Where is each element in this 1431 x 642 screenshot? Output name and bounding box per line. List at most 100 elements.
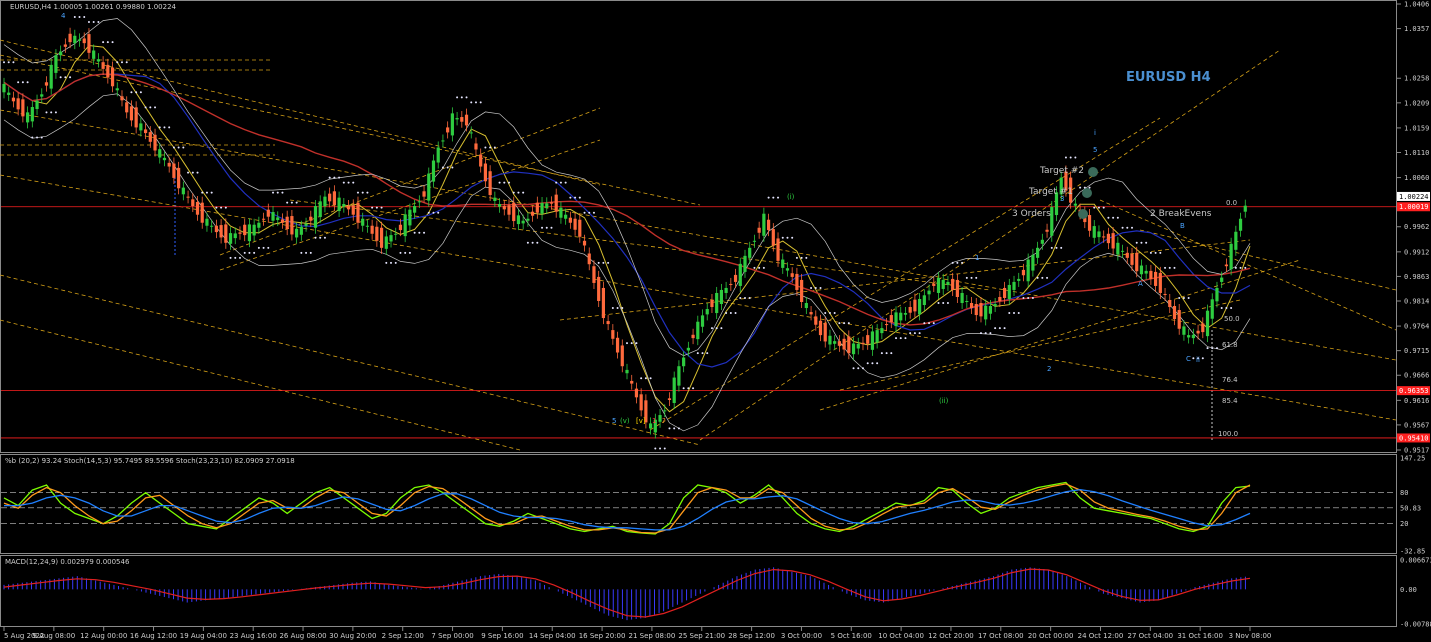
candle-body (800, 279, 804, 303)
candle-body (460, 117, 464, 122)
candle-body (219, 225, 223, 238)
candle-body (932, 283, 936, 286)
candle-body (158, 149, 162, 158)
sar-dot (843, 322, 846, 325)
candle-body (1021, 269, 1026, 276)
sar-dot (795, 256, 798, 259)
sar-dot (139, 91, 142, 94)
sar-dot (526, 241, 529, 244)
sar-dot (295, 201, 298, 204)
sar-dot (946, 302, 949, 305)
sar-dot (7, 61, 10, 64)
candle-body (1196, 330, 1200, 334)
sar-dot (1064, 156, 1067, 159)
time-tick-label: 28 Sep 12:00 (728, 632, 775, 640)
candle-body (526, 218, 530, 221)
candle-body (804, 303, 808, 309)
sar-dot (531, 241, 534, 244)
candle-body (261, 218, 266, 220)
candle-body (578, 219, 582, 237)
candle-body (1234, 231, 1238, 250)
stoch-header: %b (20,2) 93.24 Stoch(14,5,3) 95.7495 89… (5, 457, 295, 465)
candle-body (129, 106, 134, 121)
candle-body (1224, 264, 1229, 267)
sar-dot (786, 236, 789, 239)
candle-body (639, 394, 643, 411)
sar-dot (125, 61, 128, 64)
sar-dot (814, 286, 817, 289)
sar-dot (512, 191, 515, 194)
sar-dot (748, 296, 751, 299)
candle-body (398, 224, 403, 231)
candle-body (73, 35, 77, 44)
sar-dot (1192, 357, 1195, 360)
chart-annotation: (v) (620, 417, 630, 425)
candle-body (446, 127, 450, 133)
candle-body (521, 220, 525, 224)
sar-dot (106, 41, 109, 44)
sar-dot (1220, 307, 1223, 310)
candle-body (11, 97, 16, 102)
candle-body (186, 196, 190, 198)
sar-dot (654, 447, 657, 450)
sar-dot (1112, 216, 1115, 219)
trading-chart[interactable]: Target #2 Target #1 3 Orders 2 BreakEvens 4 5… (0, 0, 1431, 642)
candle-body (974, 304, 978, 316)
sar-dot (456, 96, 459, 99)
candle-body (1026, 259, 1030, 282)
sar-dot (545, 226, 548, 229)
candle-body (771, 229, 775, 246)
sar-dot (1239, 266, 1242, 269)
stoch-tick-label: 80 (1400, 489, 1408, 497)
time-tick-label: 16 Sep 20:00 (579, 632, 626, 640)
sar-dot (1027, 296, 1030, 299)
candle-body (210, 225, 214, 227)
sar-dot (1168, 266, 1171, 269)
sar-dot (503, 181, 506, 184)
sar-dot (163, 126, 166, 129)
sar-dot (1211, 347, 1214, 350)
sar-dot (1013, 312, 1016, 315)
candle-body (960, 292, 964, 304)
sar-dot (861, 367, 864, 370)
candle-body (16, 98, 20, 110)
candle-body (280, 219, 285, 223)
candle-body (818, 320, 823, 336)
sar-dot (682, 387, 685, 390)
sar-dot (640, 377, 643, 380)
candle-body (25, 112, 30, 123)
price-tick-label: 0.9616 (1404, 397, 1429, 405)
sar-dot (777, 196, 780, 199)
chart-annotation: 85.4 (1222, 397, 1238, 405)
candle-body (894, 312, 898, 327)
candle-body (837, 341, 841, 346)
candle-body (724, 287, 728, 293)
candle-body (781, 259, 785, 268)
sar-dot (347, 181, 350, 184)
target-marker (1078, 209, 1088, 219)
candle-body (200, 202, 204, 223)
candle-body (7, 92, 11, 95)
time-tick-label: 30 Aug 20:00 (329, 632, 376, 640)
chart-annotation: 100.0 (1218, 430, 1238, 438)
sar-dot (1173, 266, 1176, 269)
sar-dot (885, 352, 888, 355)
stoch-tick-label: 147.25 (1400, 455, 1425, 463)
candle-body (1139, 265, 1144, 275)
sar-dot (649, 377, 652, 380)
sar-dot (692, 387, 695, 390)
price-label: 1.00019 (1399, 203, 1429, 211)
sar-dot (1046, 276, 1049, 279)
candle-body (228, 233, 233, 244)
chart-annotation: 5 (612, 417, 616, 425)
candle-body (710, 299, 714, 308)
candle-body (1116, 242, 1120, 255)
sar-dot (12, 61, 15, 64)
candle-body (441, 140, 445, 142)
sar-dot (1140, 241, 1143, 244)
candle-body (866, 335, 870, 344)
sar-dot (352, 181, 355, 184)
candle-body (1154, 271, 1158, 286)
sar-dot (210, 191, 213, 194)
candle-body (606, 321, 610, 325)
